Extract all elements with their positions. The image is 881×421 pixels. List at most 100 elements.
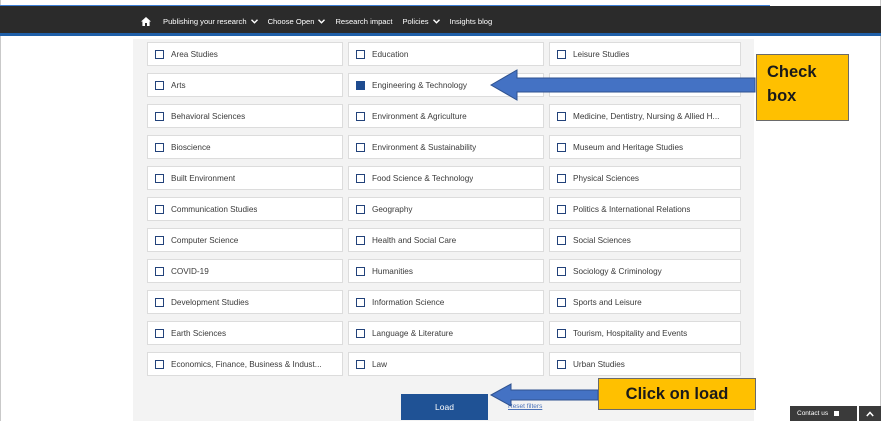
subject-checkbox-item[interactable]: Health and Social Care xyxy=(348,228,544,252)
subject-checkbox-item[interactable]: Built Environment xyxy=(147,166,343,190)
checkbox-icon[interactable] xyxy=(155,111,164,121)
checkbox-icon[interactable] xyxy=(356,173,365,183)
nav-insights-blog-label: Insights blog xyxy=(449,16,493,26)
nav-choose-open[interactable]: Choose Open xyxy=(268,17,326,26)
subject-label: Area Studies xyxy=(171,49,218,59)
nav-policies-label: Policies xyxy=(402,16,429,26)
subject-checkbox-item[interactable]: Leisure Studies xyxy=(549,42,741,66)
subject-checkbox-item[interactable]: Geography xyxy=(348,197,544,221)
checkbox-icon[interactable] xyxy=(557,173,566,183)
subject-checkbox-item[interactable]: Area Studies xyxy=(147,42,343,66)
subject-checkbox-item[interactable]: Physical Sciences xyxy=(549,166,741,190)
subject-checkbox-item[interactable]: Humanities xyxy=(348,259,544,283)
arrow-left-icon xyxy=(489,383,599,407)
contact-us-button[interactable]: Contact us xyxy=(790,406,857,421)
subject-label: Earth Sciences xyxy=(171,328,227,338)
checkbox-icon[interactable] xyxy=(155,49,164,59)
checkbox-icon[interactable] xyxy=(155,204,164,214)
subject-checkbox-item[interactable]: Politics & International Relations xyxy=(549,197,741,221)
checkbox-icon[interactable] xyxy=(557,204,566,214)
subject-label: Economics, Finance, Business & Indust... xyxy=(171,359,322,369)
subject-checkbox-item[interactable]: Earth Sciences xyxy=(147,321,343,345)
subject-label: COVID-19 xyxy=(171,266,209,276)
subject-checkbox-item[interactable]: Communication Studies xyxy=(147,197,343,221)
checkbox-icon[interactable] xyxy=(356,204,365,214)
subject-label: Health and Social Care xyxy=(372,235,457,245)
checkbox-icon[interactable] xyxy=(155,80,164,90)
checkbox-icon[interactable] xyxy=(155,266,164,276)
arrow-left-icon xyxy=(489,69,756,101)
check-box-callout: Check box xyxy=(756,54,849,121)
chevron-down-icon xyxy=(432,18,440,24)
checkbox-icon[interactable] xyxy=(155,142,164,152)
checkbox-icon[interactable] xyxy=(155,359,164,369)
subject-checkbox-item[interactable]: Information Science xyxy=(348,290,544,314)
subject-label: Behavioral Sciences xyxy=(171,111,246,121)
subject-checkbox-item[interactable]: Medicine, Dentistry, Nursing & Allied H.… xyxy=(549,104,741,128)
subject-checkbox-item[interactable]: Food Science & Technology xyxy=(348,166,544,190)
checkbox-icon[interactable] xyxy=(557,235,566,245)
checkbox-icon[interactable] xyxy=(356,111,365,121)
checkbox-icon[interactable] xyxy=(356,49,365,59)
chevron-down-icon xyxy=(318,18,326,24)
subject-checkbox-item[interactable]: Behavioral Sciences xyxy=(147,104,343,128)
nav-publishing[interactable]: Publishing your research xyxy=(163,17,258,26)
subject-checkbox-item[interactable]: Computer Science xyxy=(147,228,343,252)
subject-checkbox-item[interactable]: Sports and Leisure xyxy=(549,290,741,314)
subject-checkbox-item[interactable]: Sociology & Criminology xyxy=(549,259,741,283)
checkbox-icon[interactable] xyxy=(557,49,566,59)
subject-checkbox-item[interactable]: Bioscience xyxy=(147,135,343,159)
checkbox-icon[interactable] xyxy=(155,297,164,307)
checkbox-icon[interactable] xyxy=(557,142,566,152)
subject-label: Communication Studies xyxy=(171,204,258,214)
checkbox-checked-icon[interactable] xyxy=(356,80,365,90)
nav-research-impact[interactable]: Research impact xyxy=(335,17,392,26)
subject-label: Language & Literature xyxy=(372,328,454,338)
subject-checkbox-item[interactable]: Education xyxy=(348,42,544,66)
subject-label: Environment & Agriculture xyxy=(372,111,467,121)
subject-checkbox-item[interactable]: Urban Studies xyxy=(549,352,741,376)
checkbox-icon[interactable] xyxy=(155,235,164,245)
checkbox-icon[interactable] xyxy=(356,359,365,369)
checkbox-icon[interactable] xyxy=(557,359,566,369)
checkbox-icon[interactable] xyxy=(356,235,365,245)
checkbox-icon[interactable] xyxy=(557,266,566,276)
subject-checkbox-item[interactable]: Development Studies xyxy=(147,290,343,314)
subject-label: Social Sciences xyxy=(573,235,631,245)
subject-label: Arts xyxy=(171,80,186,90)
checkbox-icon[interactable] xyxy=(557,328,566,338)
subject-checkbox-item[interactable]: Economics, Finance, Business & Indust... xyxy=(147,352,343,376)
subject-checkbox-item[interactable]: Law xyxy=(348,352,544,376)
checkbox-icon[interactable] xyxy=(356,142,365,152)
subject-checkbox-item[interactable]: Social Sciences xyxy=(549,228,741,252)
subject-label: Geography xyxy=(372,204,413,214)
subject-label: Computer Science xyxy=(171,235,239,245)
subject-label: Engineering & Technology xyxy=(372,80,467,90)
checkbox-icon[interactable] xyxy=(557,111,566,121)
subject-checkbox-item[interactable]: Environment & Sustainability xyxy=(348,135,544,159)
checkbox-icon[interactable] xyxy=(356,328,365,338)
subject-label: Medicine, Dentistry, Nursing & Allied H.… xyxy=(573,111,720,121)
checkbox-icon[interactable] xyxy=(155,328,164,338)
subject-label: Politics & International Relations xyxy=(573,204,691,214)
subject-checkbox-item[interactable]: COVID-19 xyxy=(147,259,343,283)
nav-policies[interactable]: Policies xyxy=(402,16,440,26)
checkbox-icon[interactable] xyxy=(155,173,164,183)
subject-label: Law xyxy=(372,359,388,369)
click-load-callout: Click on load xyxy=(598,378,756,410)
scroll-to-top-button[interactable] xyxy=(859,406,881,421)
nav-insights-blog[interactable]: Insights blog xyxy=(450,17,493,26)
subject-checkbox-item[interactable]: Tourism, Hospitality and Events xyxy=(549,321,741,345)
subject-checkbox-item[interactable]: Language & Literature xyxy=(348,321,544,345)
subject-checkbox-item[interactable]: Environment & Agriculture xyxy=(348,104,544,128)
load-button[interactable]: Load xyxy=(401,394,488,420)
checkbox-icon[interactable] xyxy=(557,297,566,307)
subject-checkbox-item[interactable]: Arts xyxy=(147,73,343,97)
chevron-up-icon xyxy=(866,410,874,417)
checkbox-icon[interactable] xyxy=(356,266,365,276)
home-icon[interactable] xyxy=(141,16,151,26)
nav-publishing-label: Publishing your research xyxy=(163,16,247,26)
checkbox-icon[interactable] xyxy=(356,297,365,307)
subject-checkbox-item[interactable]: Museum and Heritage Studies xyxy=(549,135,741,159)
subject-label: Sociology & Criminology xyxy=(573,266,662,276)
